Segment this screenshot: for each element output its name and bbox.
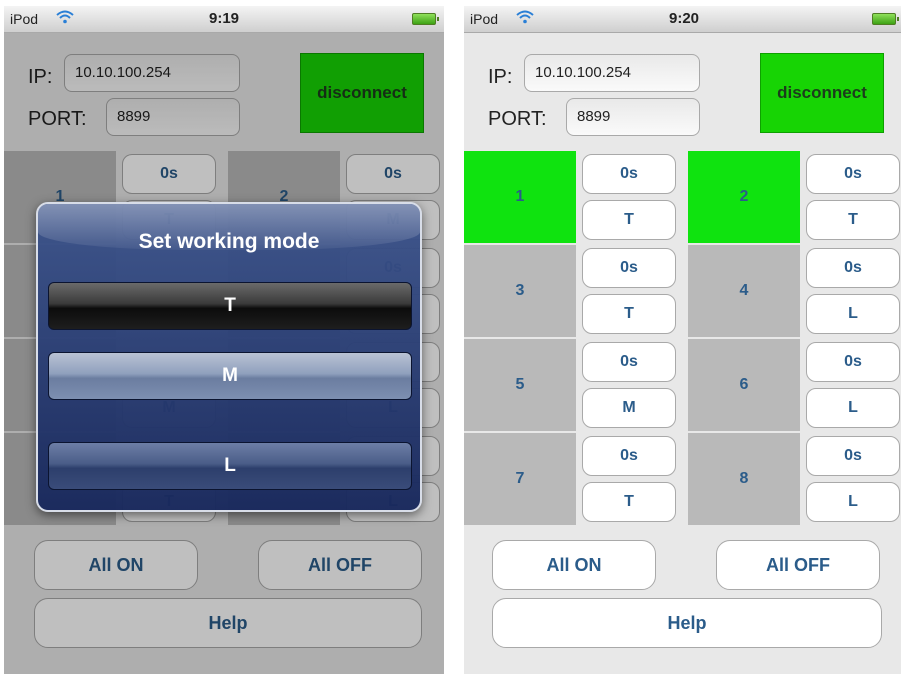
channel-number: 4 bbox=[739, 282, 749, 299]
timer-button-6[interactable]: 0s bbox=[806, 342, 900, 382]
mode-button-2[interactable]: T bbox=[806, 200, 900, 240]
all-off-button[interactable]: All OFF bbox=[716, 540, 880, 590]
mode-button-3[interactable]: T bbox=[582, 294, 676, 334]
status-time: 9:19 bbox=[208, 10, 240, 27]
channel-number: 7 bbox=[515, 470, 525, 487]
channel-8-cell[interactable]: 8 bbox=[688, 433, 800, 525]
mode-button-7[interactable]: T bbox=[582, 482, 676, 522]
status-bar: iPod 9:20 bbox=[464, 6, 901, 33]
phone-screen-dialog: iPod 9:19 IP: 10.10.100.254 PORT: 8899 d… bbox=[4, 6, 444, 674]
channel-5-cell[interactable]: 5 bbox=[464, 339, 576, 431]
mode-button-5[interactable]: M bbox=[582, 388, 676, 428]
ip-field[interactable]: 10.10.100.254 bbox=[524, 54, 700, 92]
mode-option-t[interactable]: T bbox=[48, 282, 412, 330]
mode-option-l[interactable]: L bbox=[48, 442, 412, 490]
channel-number: 3 bbox=[515, 282, 525, 299]
channel-number: 8 bbox=[739, 470, 749, 487]
timer-button-1[interactable]: 0s bbox=[582, 154, 676, 194]
help-button[interactable]: Help bbox=[492, 598, 882, 648]
channel-2-cell[interactable]: 2 bbox=[688, 151, 800, 243]
dialog-title: Set working mode bbox=[138, 230, 320, 253]
status-bar: iPod 9:19 bbox=[4, 6, 444, 33]
channel-3-cell[interactable]: 3 bbox=[464, 245, 576, 337]
working-mode-dialog: Set working mode T M L bbox=[36, 202, 422, 512]
disconnect-button[interactable]: disconnect bbox=[760, 53, 884, 133]
timer-button-5[interactable]: 0s bbox=[582, 342, 676, 382]
timer-button-3[interactable]: 0s bbox=[582, 248, 676, 288]
channel-4-cell[interactable]: 4 bbox=[688, 245, 800, 337]
channel-6-cell[interactable]: 6 bbox=[688, 339, 800, 431]
channel-7-cell[interactable]: 7 bbox=[464, 433, 576, 525]
channel-number: 1 bbox=[515, 188, 525, 205]
battery-icon bbox=[412, 13, 439, 25]
channel-number: 5 bbox=[515, 376, 525, 393]
timer-button-7[interactable]: 0s bbox=[582, 436, 676, 476]
all-on-button[interactable]: All ON bbox=[492, 540, 656, 590]
channel-number: 6 bbox=[739, 376, 749, 393]
timer-button-2[interactable]: 0s bbox=[806, 154, 900, 194]
battery-icon bbox=[872, 13, 899, 25]
mode-button-1[interactable]: T bbox=[582, 200, 676, 240]
port-field[interactable]: 8899 bbox=[566, 98, 700, 136]
status-time: 9:20 bbox=[668, 10, 700, 27]
timer-button-8[interactable]: 0s bbox=[806, 436, 900, 476]
mode-button-6[interactable]: L bbox=[806, 388, 900, 428]
mode-option-m[interactable]: M bbox=[48, 352, 412, 400]
phone-screen-main: iPod 9:20 IP: 10.10.100.254 PORT: 8899 d… bbox=[464, 6, 901, 674]
channel-number: 2 bbox=[739, 188, 749, 205]
channel-1-cell[interactable]: 1 bbox=[464, 151, 576, 243]
ip-label: IP: bbox=[488, 66, 513, 88]
mode-button-4[interactable]: L bbox=[806, 294, 900, 334]
timer-button-4[interactable]: 0s bbox=[806, 248, 900, 288]
mode-button-8[interactable]: L bbox=[806, 482, 900, 522]
port-label: PORT: bbox=[488, 108, 547, 130]
